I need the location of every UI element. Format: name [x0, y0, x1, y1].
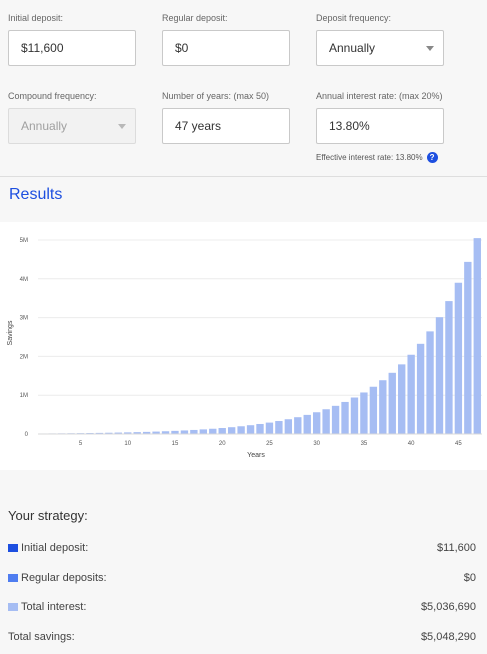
chart-bar: [237, 426, 245, 434]
help-icon[interactable]: ?: [426, 152, 438, 163]
regular-deposits-swatch: [8, 574, 18, 582]
strategy-row-label: Initial deposit:: [21, 542, 89, 554]
chart-bar: [360, 392, 368, 434]
chart-bar: [407, 354, 415, 434]
x-tick-label: 15: [172, 441, 179, 447]
regular-deposit-label: Regular deposit:: [162, 13, 228, 23]
chevron-down-icon: [426, 46, 434, 51]
x-tick-label: 25: [266, 441, 273, 447]
chart-bar: [322, 409, 330, 434]
chart-bar: [350, 397, 359, 434]
results-title: Results: [9, 186, 63, 203]
chart-bar: [312, 412, 321, 434]
chart-bar: [473, 238, 481, 434]
savings-chart: 0 1M 2M 3M 4M 5M 5 10 15 20 25 30 35 40 45 Years Savings: [7, 238, 482, 459]
strategy-row-regular-deposits: Regular deposits: $0: [8, 572, 476, 586]
x-tick-label: 30: [313, 441, 320, 447]
initial-deposit-label: Initial deposit:: [8, 13, 64, 23]
compound-frequency-value: Annually: [21, 119, 68, 133]
y-tick-label: 4M: [20, 277, 28, 283]
calculator-form: Initial deposit: $11,600 Regular deposit…: [0, 0, 487, 176]
chart-bar: [275, 421, 283, 434]
strategy-row-total-savings: Total savings: $5,048,290: [8, 631, 476, 645]
x-tick-label: 5: [79, 441, 83, 447]
chart-bar: [284, 419, 293, 434]
deposit-frequency-value: Annually: [329, 41, 376, 55]
chart-bar: [294, 417, 302, 434]
x-axis-title: Years: [247, 452, 265, 459]
chart-bar: [180, 430, 189, 434]
strategy-row-value: $5,048,290: [420, 631, 476, 643]
compound-frequency-label: Compound frequency:: [8, 91, 97, 101]
strategy-row-label: Regular deposits:: [21, 572, 107, 584]
chart-bar: [388, 372, 396, 434]
strategy-row-total-interest: Total interest: $5,036,690: [8, 601, 476, 615]
chart-bar: [435, 317, 444, 434]
chart-bar: [209, 428, 217, 434]
chart-bar: [445, 301, 453, 434]
chart-bar: [426, 331, 434, 434]
chart-bar: [303, 414, 311, 434]
effective-interest-rate: Effective interest rate: 13.80% ?: [316, 152, 438, 163]
chart-bar: [218, 428, 226, 434]
compound-frequency-select: Annually: [8, 108, 136, 144]
regular-deposit-input[interactable]: $0: [162, 30, 290, 66]
y-tick-label: 2M: [20, 354, 28, 360]
effective-interest-rate-text: Effective interest rate: 13.80%: [316, 153, 423, 162]
x-tick-label: 40: [408, 441, 415, 447]
interest-rate-label: Annual interest rate: (max 20%): [316, 91, 443, 101]
x-tick-label: 35: [361, 441, 368, 447]
strategy-row-value: $11,600: [437, 542, 476, 554]
chart-bar: [398, 364, 406, 434]
deposit-frequency-label: Deposit frequency:: [316, 13, 392, 23]
chart-bar: [199, 429, 208, 434]
years-input[interactable]: 47 years: [162, 108, 290, 144]
initial-deposit-swatch: [8, 544, 18, 552]
x-tick-label: 10: [124, 441, 131, 447]
strategy-summary: Your strategy: Initial deposit: $11,600 …: [0, 470, 487, 654]
chart-bar: [190, 429, 198, 434]
chart-bar: [246, 425, 255, 434]
initial-deposit-input[interactable]: $11,600: [8, 30, 136, 66]
interest-rate-input[interactable]: 13.80%: [316, 108, 444, 144]
chart-bar: [369, 386, 378, 434]
chart-bar: [379, 380, 387, 434]
strategy-row-label: Total interest:: [21, 601, 87, 613]
strategy-title: Your strategy:: [8, 508, 88, 523]
chart-bar: [256, 423, 264, 434]
chevron-down-icon: [118, 124, 126, 129]
strategy-row-initial-deposit: Initial deposit: $11,600: [8, 542, 476, 556]
chart-bar: [464, 261, 472, 434]
strategy-row-value: $5,036,690: [420, 601, 476, 613]
chart-bar: [227, 427, 236, 434]
y-tick-label: 0: [25, 432, 29, 438]
strategy-row-label: Total savings:: [8, 631, 75, 643]
chart-bar: [454, 282, 463, 434]
y-axis-title: Savings: [7, 320, 14, 345]
chart-bar: [331, 405, 340, 434]
y-tick-label: 3M: [20, 316, 28, 322]
y-tick-label: 5M: [20, 238, 28, 244]
x-tick-label: 45: [455, 441, 462, 447]
chart-bar: [265, 422, 274, 434]
chart-bar: [341, 401, 349, 434]
years-label: Number of years: (max 50): [162, 91, 270, 101]
y-tick-label: 1M: [20, 393, 28, 399]
x-tick-label: 20: [219, 441, 226, 447]
strategy-row-value: $0: [463, 572, 476, 584]
savings-chart-card: 0 1M 2M 3M 4M 5M 5 10 15 20 25 30 35 40 45 Years Savings: [0, 222, 487, 470]
section-divider: [0, 176, 487, 177]
total-interest-swatch: [8, 603, 18, 611]
chart-bar: [416, 343, 425, 434]
deposit-frequency-select[interactable]: Annually: [316, 30, 444, 66]
